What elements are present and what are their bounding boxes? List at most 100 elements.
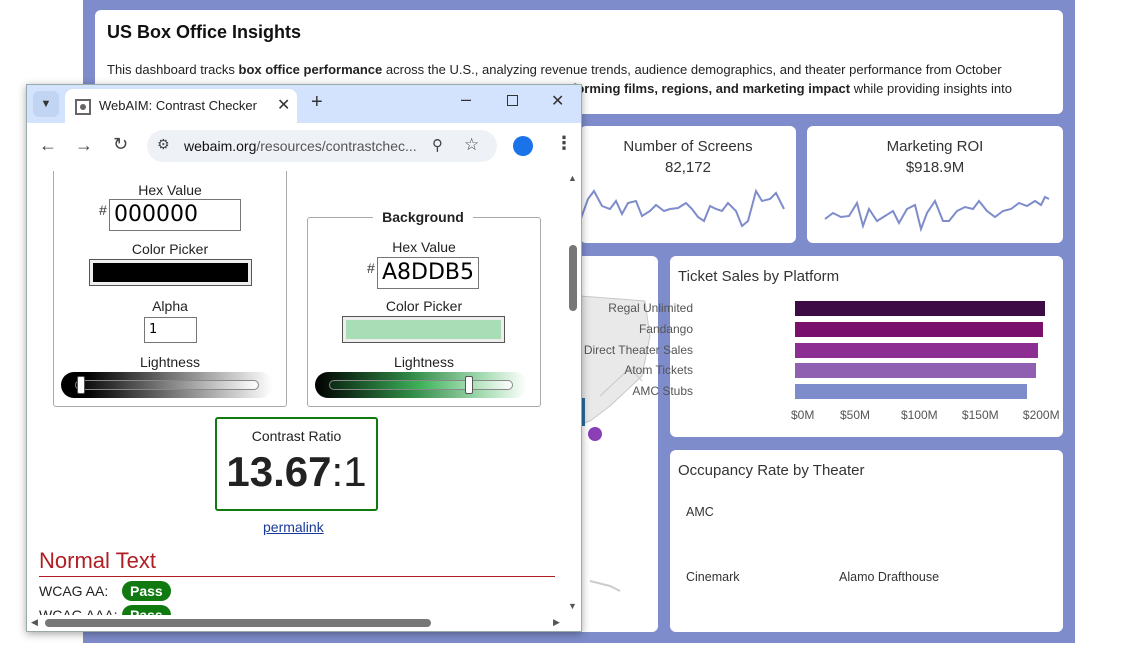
- tab-bar: ▼ WebAIM: Contrast Checker ✕ + – ✕: [27, 85, 581, 123]
- kpi-title: Marketing ROI: [886, 138, 984, 155]
- scroll-down-icon[interactable]: ▼: [568, 601, 577, 611]
- treemap-cell-marcus[interactable]: Marcus Theaters: [982, 496, 1057, 625]
- fg-lightness-slider[interactable]: [61, 372, 273, 398]
- fg-hex-label: Hex Value: [138, 182, 202, 198]
- fg-lightness-thumb[interactable]: [76, 376, 85, 394]
- kpi-screens-card: Number of Screens 82,172: [580, 126, 796, 243]
- desc-text: across the U.S., analyzing revenue trend…: [382, 62, 1002, 77]
- bar[interactable]: [795, 384, 1027, 400]
- forward-icon[interactable]: →: [75, 135, 93, 156]
- fg-picker-label: Color Picker: [131, 241, 209, 257]
- maximize-icon[interactable]: [507, 95, 518, 106]
- fg-color-picker[interactable]: [89, 259, 252, 286]
- occupancy-card: Occupancy Rate by Theater AMC Regal Marc…: [670, 450, 1063, 632]
- vertical-scroll-thumb[interactable]: [569, 245, 577, 311]
- cell-label: AMC: [686, 505, 714, 519]
- bar[interactable]: [795, 342, 1038, 358]
- bar-label: Fandango: [638, 321, 693, 336]
- kpi-value: $918.9M: [905, 159, 965, 176]
- kpi-title: Number of Screens: [623, 138, 753, 155]
- dashboard-title: US Box Office Insights: [107, 22, 302, 42]
- horizontal-scroll-thumb[interactable]: [45, 619, 431, 627]
- tab-title: WebAIM: Contrast Checker: [99, 98, 257, 113]
- bg-lightness-label: Lightness: [394, 354, 454, 370]
- x-tick-label: $150M: [961, 408, 999, 422]
- desc-text: This dashboard tracks: [107, 62, 239, 77]
- contrast-ratio-value: 13.67:1: [217, 448, 376, 496]
- browser-tab[interactable]: WebAIM: Contrast Checker ✕: [65, 89, 297, 123]
- scroll-left-icon[interactable]: ◀: [31, 617, 38, 628]
- desc-bold: box office performance: [238, 62, 383, 77]
- browser-toolbar: ← → ↻ ⚙ webaim.org/resources/contrastche…: [27, 123, 581, 171]
- fg-alpha-input[interactable]: 1: [144, 317, 197, 343]
- address-bar[interactable]: ⚙ webaim.org/resources/contrastchec... ⚲…: [147, 130, 497, 162]
- ratio-rest: :1: [331, 448, 367, 495]
- bar-label: Direct Theater Sales: [583, 342, 693, 357]
- webaim-favicon-icon: [75, 99, 91, 115]
- ratio-main: 13.67: [226, 448, 332, 495]
- zoom-icon[interactable]: ⚲: [432, 136, 443, 154]
- vertical-scrollbar[interactable]: ▲ ▼: [565, 171, 581, 615]
- x-tick-label: $50M: [839, 408, 870, 422]
- scroll-right-icon[interactable]: ▶: [553, 617, 560, 628]
- bg-hex-input[interactable]: A8DDB5: [377, 257, 479, 289]
- ticket-sales-card: Ticket Sales by Platform Regal Unlimited…: [584, 256, 1063, 437]
- minimize-icon[interactable]: –: [461, 89, 471, 110]
- fg-alpha-label: Alpha: [152, 298, 188, 314]
- bar-label: Atom Tickets: [624, 363, 693, 378]
- normal-text-heading: Normal Text: [39, 548, 555, 577]
- cell-label: Regal: [839, 505, 872, 519]
- horizontal-scrollbar[interactable]: ◀ ▶: [27, 615, 581, 631]
- x-tick-label: $100M: [900, 408, 938, 422]
- bar-label: AMC Stubs: [632, 384, 693, 399]
- contrast-ratio-label: Contrast Ratio: [251, 428, 342, 444]
- tab-search-button[interactable]: ▼: [33, 91, 59, 117]
- bookmark-star-icon[interactable]: ☆: [464, 135, 479, 155]
- tab-close-icon[interactable]: ✕: [277, 95, 290, 115]
- wcag-aaa-result-badge: Pass: [122, 605, 171, 615]
- bg-color-picker[interactable]: [342, 316, 505, 343]
- bg-legend: Background: [373, 209, 473, 225]
- cell-label: Alamo Drafthouse: [839, 570, 940, 584]
- reload-icon[interactable]: ↻: [113, 134, 128, 155]
- menu-kebab-icon[interactable]: ⋮: [555, 133, 573, 154]
- bg-hex-prefix: #: [367, 260, 375, 276]
- treemap-cell-alamo[interactable]: Alamo Drafthouse: [831, 561, 982, 625]
- desc-text: while providing insights into: [850, 81, 1012, 96]
- url-path: /resources/contrastchec...: [256, 138, 417, 154]
- bar[interactable]: [795, 321, 1043, 337]
- browser-window: ▼ WebAIM: Contrast Checker ✕ + – ✕ ← → ↻…: [26, 84, 582, 632]
- bg-lightness-thumb[interactable]: [464, 376, 473, 394]
- treemap-cell-amc[interactable]: AMC: [678, 496, 831, 561]
- contrast-ratio-box: Contrast Ratio 13.67:1: [215, 417, 378, 511]
- wcag-aaa-label: WCAG AAA:: [39, 607, 118, 615]
- chevron-down-icon: ▼: [40, 98, 52, 110]
- fg-hex-prefix: #: [99, 202, 107, 218]
- fg-hex-input[interactable]: 000000: [109, 199, 241, 231]
- x-tick-label: $0M: [791, 408, 815, 422]
- page-content: Hex Value # 000000 Color Picker Alpha 1 …: [27, 171, 581, 615]
- back-icon[interactable]: ←: [39, 135, 57, 156]
- fg-lightness-label: Lightness: [140, 354, 200, 370]
- bg-lightness-slider[interactable]: [315, 372, 527, 398]
- cell-label: Cinemark: [686, 570, 740, 584]
- chart-title: Occupancy Rate by Theater: [678, 462, 865, 479]
- profile-avatar-icon[interactable]: [513, 136, 533, 156]
- treemap-cell-regal[interactable]: Regal: [831, 496, 982, 561]
- scroll-up-icon[interactable]: ▲: [568, 173, 577, 183]
- cell-label: Marcus Theaters: [990, 507, 1040, 539]
- x-tick-label: $200M: [1022, 408, 1060, 422]
- site-info-icon[interactable]: ⚙: [157, 136, 170, 153]
- url-host: webaim.org: [184, 138, 257, 154]
- roi-sparkline: [824, 195, 1050, 233]
- bar[interactable]: [795, 363, 1037, 379]
- new-tab-icon[interactable]: +: [311, 91, 323, 114]
- treemap-cell-cinemark[interactable]: Cinemark: [678, 561, 831, 625]
- bg-hex-label: Hex Value: [392, 239, 456, 255]
- window-close-icon[interactable]: ✕: [551, 91, 564, 111]
- screens-sparkline: [580, 188, 785, 228]
- bar[interactable]: [795, 301, 1045, 316]
- bg-picker-label: Color Picker: [385, 298, 463, 314]
- permalink-link[interactable]: permalink: [263, 519, 324, 535]
- bar-label: Regal Unlimited: [608, 301, 693, 315]
